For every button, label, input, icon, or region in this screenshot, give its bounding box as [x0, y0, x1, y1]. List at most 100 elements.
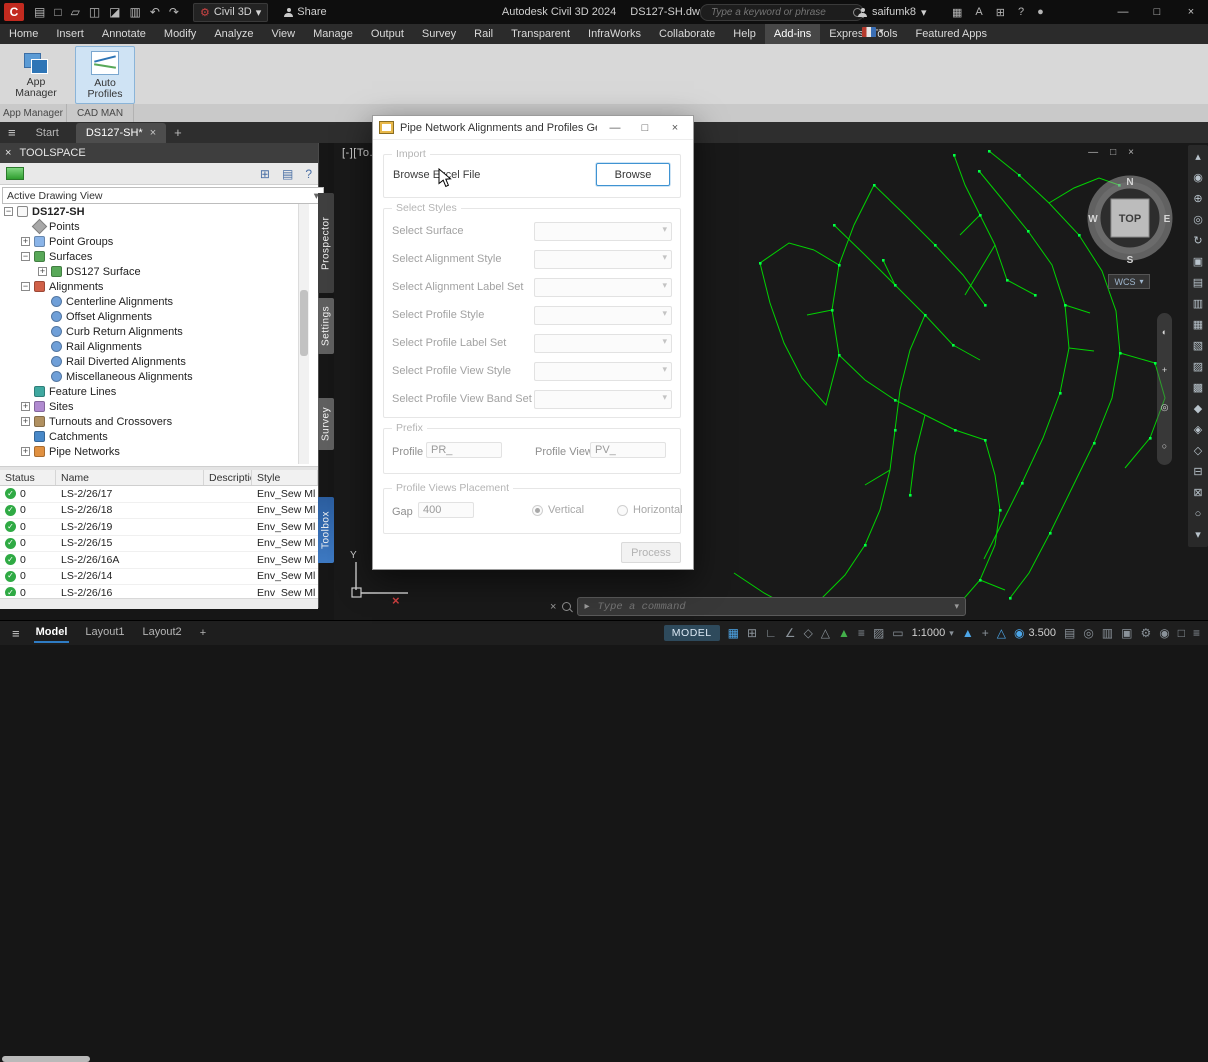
- new-file-icon[interactable]: □: [54, 5, 61, 19]
- close-button[interactable]: ×: [1174, 6, 1208, 18]
- undo-icon[interactable]: ↶: [150, 5, 160, 19]
- isolate-objects-icon[interactable]: ◉: [1159, 627, 1169, 639]
- tree-expander-icon[interactable]: [4, 207, 13, 216]
- model-space-toggle[interactable]: MODEL: [663, 625, 720, 641]
- ortho-icon[interactable]: ∟: [765, 627, 777, 639]
- tree-expander-icon[interactable]: [21, 447, 30, 456]
- tree-item[interactable]: Turnouts and Crossovers: [0, 414, 318, 429]
- table-row[interactable]: 0 LS-2/26/18 Env_Sew Ml: [0, 502, 318, 519]
- drawing-minimize-icon[interactable]: —: [1088, 147, 1098, 158]
- horizontal-radio[interactable]: Horizontal: [617, 504, 683, 516]
- ucs-settings-icon[interactable]: ⊟: [1193, 463, 1202, 481]
- menu-tab[interactable]: Collaborate: [650, 24, 724, 44]
- ribbon-tool-button[interactable]: App Manager: [6, 46, 66, 104]
- grid-column-header[interactable]: Style: [252, 470, 318, 485]
- annotation-monitor-icon[interactable]: ◎: [1083, 627, 1093, 639]
- palette-tab[interactable]: Survey: [318, 398, 334, 450]
- table-row[interactable]: 0 LS-2/26/14 Env_Sew Ml: [0, 568, 318, 585]
- dialog-close-button[interactable]: ×: [663, 122, 687, 134]
- lock-ui-icon[interactable]: ▣: [1121, 627, 1132, 639]
- tree-item[interactable]: Centerline Alignments: [0, 294, 318, 309]
- command-input[interactable]: [595, 599, 949, 614]
- drawing-view-selector[interactable]: Active Drawing View ▾: [2, 187, 324, 204]
- redo-icon[interactable]: ↷: [169, 5, 179, 19]
- plot-icon[interactable]: ▥: [130, 5, 141, 19]
- tree-expander-icon[interactable]: [21, 282, 30, 291]
- notification-icon[interactable]: ●: [1037, 6, 1044, 18]
- orbit-icon[interactable]: ↻: [1193, 232, 1202, 250]
- tree-item[interactable]: Catchments: [0, 429, 318, 444]
- file-tab-close-icon[interactable]: ×: [150, 127, 156, 139]
- tree-scrollbar-thumb[interactable]: [300, 290, 308, 356]
- ribbon-panel-title[interactable]: CAD MAN: [67, 104, 134, 122]
- table-row[interactable]: 0 LS-2/26/16A Env_Sew Ml: [0, 552, 318, 569]
- menu-tab[interactable]: Help: [724, 24, 765, 44]
- layout-menu-icon[interactable]: ≡: [12, 626, 20, 641]
- menu-tab[interactable]: Survey: [413, 24, 465, 44]
- grid-column-header[interactable]: Descriptio...: [204, 470, 252, 485]
- workspace-switcher[interactable]: ⚙ Civil 3D ▾: [192, 2, 269, 22]
- command-line[interactable]: ▸ ▾: [577, 597, 966, 616]
- navbar-pan-icon[interactable]: +: [1162, 365, 1167, 375]
- autoscale-icon[interactable]: +: [982, 627, 989, 639]
- style-dropdown[interactable]: [534, 277, 672, 297]
- preview-toggle-icon[interactable]: ▤: [282, 167, 293, 181]
- grid-column-header[interactable]: Name: [56, 470, 204, 485]
- tree-item[interactable]: DS127-SH: [0, 204, 318, 219]
- menu-tab[interactable]: Output: [362, 24, 413, 44]
- grid-column-header[interactable]: Status: [0, 470, 56, 485]
- elevation-indicator[interactable]: ◉ 3.500: [1014, 627, 1056, 639]
- menu-tab[interactable]: Transparent: [502, 24, 579, 44]
- file-tab[interactable]: Start: [26, 123, 76, 143]
- save-as-icon[interactable]: ◪: [109, 5, 120, 19]
- visual-styles-icon[interactable]: ◈: [1194, 421, 1202, 439]
- tree-expander-icon[interactable]: [21, 252, 30, 261]
- tree-expander-icon[interactable]: [21, 402, 30, 411]
- grid-scrollbar[interactable]: [0, 598, 318, 1062]
- snap-mode-icon[interactable]: ⊞: [747, 627, 757, 639]
- tree-item[interactable]: Rail Alignments: [0, 339, 318, 354]
- pan-icon[interactable]: ⊕: [1193, 190, 1202, 208]
- palette-tab[interactable]: Settings: [318, 298, 334, 354]
- tree-item[interactable]: Miscellaneous Alignments: [0, 369, 318, 384]
- scroll-down-icon[interactable]: ▾: [1195, 526, 1201, 544]
- menu-tab[interactable]: Insert: [47, 24, 93, 44]
- table-row[interactable]: 0 LS-2/26/16 Env_Sew Ml: [0, 585, 318, 596]
- app-menu-icon[interactable]: ▤: [34, 5, 45, 19]
- tree-expander-icon[interactable]: [38, 267, 47, 276]
- properties-palette-icon[interactable]: ▥: [1193, 295, 1203, 313]
- help-icon[interactable]: ?: [305, 167, 312, 181]
- navbar-zoom-icon[interactable]: ◎: [1161, 402, 1169, 413]
- table-row[interactable]: 0 LS-2/26/17 Env_Sew Ml: [0, 486, 318, 503]
- polar-tracking-icon[interactable]: ∠: [785, 627, 796, 639]
- gap-input[interactable]: [418, 502, 474, 518]
- object-snap-icon[interactable]: ▲: [838, 627, 850, 639]
- layout-tab[interactable]: Layout2: [141, 623, 184, 643]
- toolspace-header[interactable]: × TOOLSPACE: [0, 143, 318, 163]
- tree-item[interactable]: Point Groups: [0, 234, 318, 249]
- menu-tab[interactable]: Annotate: [93, 24, 155, 44]
- full-navigation-wheel-icon[interactable]: ◉: [1193, 169, 1203, 187]
- zoom-extents-icon[interactable]: ◎: [1193, 211, 1203, 229]
- named-views-icon[interactable]: ◇: [1194, 442, 1202, 460]
- style-dropdown[interactable]: [534, 221, 672, 241]
- command-search-icon[interactable]: [562, 602, 572, 611]
- new-drawing-button[interactable]: +: [174, 125, 182, 140]
- tree-scrollbar[interactable]: [298, 204, 309, 464]
- help-icon[interactable]: ?: [1018, 6, 1024, 18]
- tree-item[interactable]: Points: [0, 218, 318, 235]
- share-button[interactable]: Share: [284, 6, 327, 18]
- drawing-restore-icon[interactable]: □: [1110, 147, 1116, 158]
- file-tab-menu-icon[interactable]: ≡: [8, 125, 16, 140]
- tree-item[interactable]: Sites: [0, 399, 318, 414]
- account-menu[interactable]: saifumk8 ▾: [858, 0, 927, 24]
- annotation-scale-selector[interactable]: 1:1000 ▾: [912, 627, 954, 639]
- ribbon-tool-button[interactable]: Auto Profiles: [75, 46, 135, 104]
- save-icon[interactable]: ◫: [89, 5, 100, 19]
- style-dropdown[interactable]: [534, 333, 672, 353]
- tree-item[interactable]: Offset Alignments: [0, 309, 318, 324]
- tree-item[interactable]: Rail Diverted Alignments: [0, 354, 318, 369]
- cart-icon[interactable]: ▦: [952, 6, 962, 19]
- view-cube[interactable]: TOP N W E S: [1086, 174, 1174, 274]
- isometric-drafting-icon[interactable]: ◇: [804, 627, 813, 639]
